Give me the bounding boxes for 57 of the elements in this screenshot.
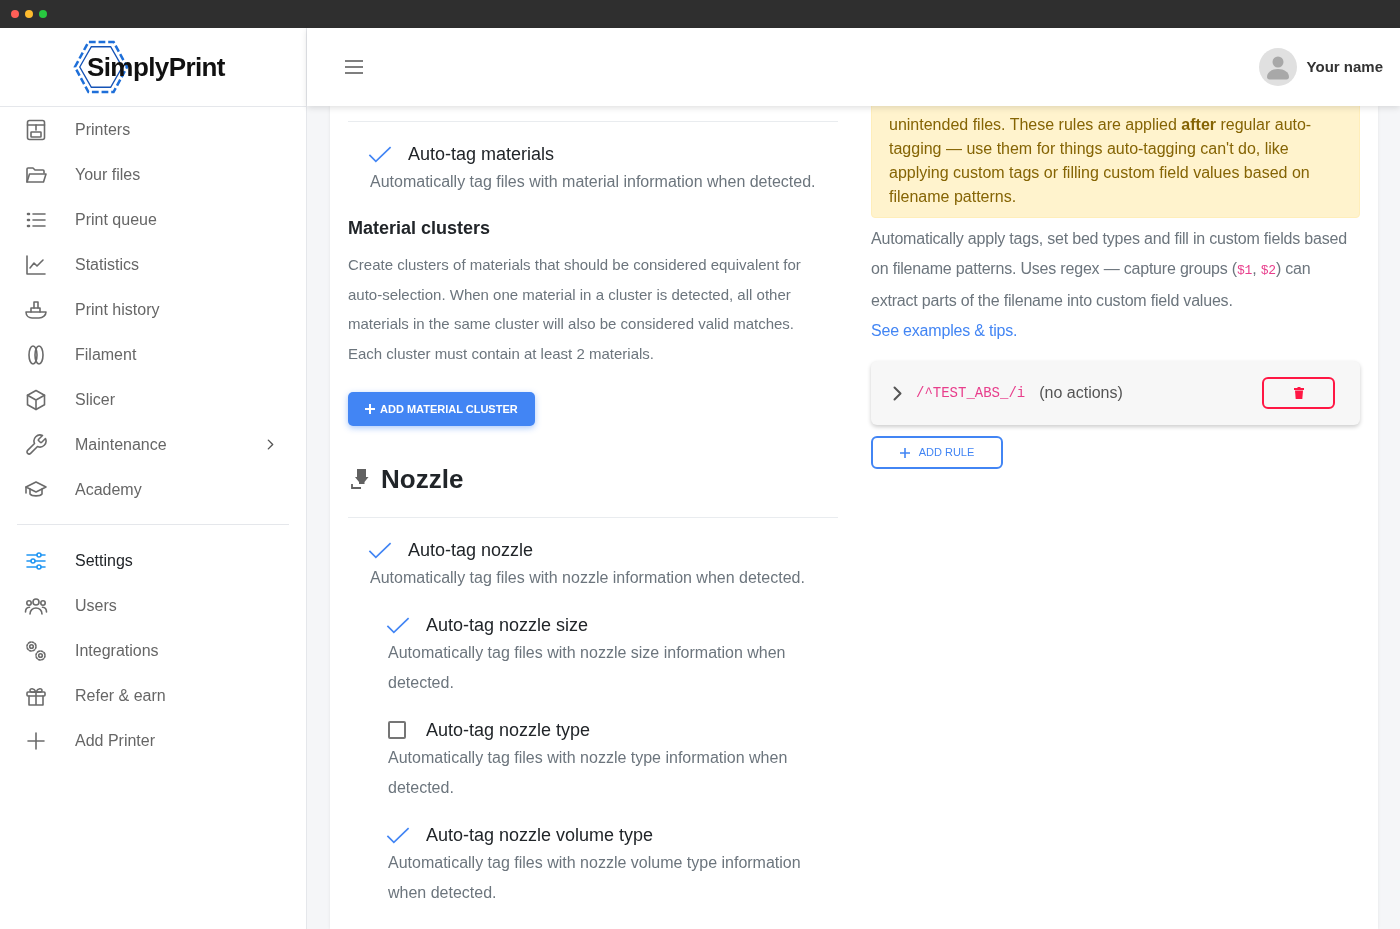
trash-icon [1293,387,1304,399]
chevron-right-icon[interactable] [893,385,902,401]
option-description: Automatically tag files with nozzle type information when detected. [387,748,789,798]
option-label[interactable]: Auto-tag nozzle size [426,613,589,637]
window-close-icon[interactable] [11,10,19,18]
section-heading: Nozzle [381,463,464,496]
add-material-cluster-button[interactable]: ADD MATERIAL CLUSTER [348,392,535,426]
checkbox[interactable] [368,541,392,559]
user-name[interactable]: Your name [1306,55,1383,79]
sidebar-item[interactable]: Refer & earn [0,673,306,718]
wrench-icon [24,432,48,457]
delete-button[interactable] [1262,377,1335,409]
sidebar-item[interactable]: Maintenance [0,422,306,467]
plus-icon [899,447,910,458]
add-rule-button[interactable]: ADD RULE [871,436,1003,469]
sidebar-item[interactable]: Printers [0,107,306,152]
plus-icon [365,404,375,414]
checkbox[interactable] [388,721,406,739]
sidebar-item[interactable]: Users [0,583,306,628]
rule-pattern: /^TEST_ABS_/i [916,383,1026,403]
option-label[interactable]: Auto-tag materials [408,142,555,166]
clusters-description: Create clusters of materials that should be considered equivalent for auto-selection. When one material in a cluster is detected, all other materials in the same cluster will also be considered valid matches. Each cluster must contain at least 2 materials. [348,255,802,364]
sidebar-item[interactable]: Add Printer [0,718,306,763]
sidebar-item[interactable]: Print history [0,287,306,332]
sidebar-item[interactable]: Slicer [0,377,306,422]
nozzle-icon [350,467,370,491]
rule-summary: (no actions) [1039,383,1123,403]
sidebar-item[interactable]: Settings [0,538,306,583]
sidebar-item[interactable]: Print queue [0,197,306,242]
rule-card[interactable]: /^TEST_ABS_/i (no actions) [871,361,1360,425]
sidebar-item[interactable]: Filament [0,332,306,377]
option-label[interactable]: Auto-tag nozzle type [426,718,591,742]
option-description: Automatically tag files with nozzle information when detected. [369,568,806,588]
notice-box: unintended files. These rules are applied after regular auto-tagging — use them for things auto-tagging can't do, like applying custom tags or filling custom field values based on filename patterns. [871,106,1360,218]
option-label[interactable]: Auto-tag nozzle [408,538,534,562]
checkbox[interactable] [386,826,410,844]
option-description: Automatically tag files with nozzle size information when detected. [387,643,787,693]
section-heading: Material clusters [348,217,492,240]
sidebar-item[interactable]: Statistics [0,242,306,287]
sidebar-item[interactable]: Your files [0,152,306,197]
chevron-right-icon[interactable] [267,439,274,450]
option-description: Automatically tag files with material information when detected. [369,172,817,192]
line-chart-icon [24,252,48,277]
menu-icon[interactable] [345,60,363,74]
printer-icon [24,117,48,142]
cube-icon [24,387,48,412]
avatar-icon[interactable] [1258,48,1297,86]
checkbox[interactable] [386,616,410,634]
gears-icon [24,638,48,663]
window-minimize-icon[interactable] [25,10,33,18]
option-label[interactable]: Auto-tag nozzle volume type [426,823,654,847]
window-maximize-icon[interactable] [39,10,47,18]
checkbox[interactable] [368,145,392,163]
option-description: Automatically tag files with nozzle volume type information when detected. [387,853,802,903]
sidebar-item[interactable]: Integrations [0,628,306,673]
sidebar-item[interactable]: Academy [0,467,306,512]
examples-link[interactable]: See examples & tips. [871,322,1018,339]
